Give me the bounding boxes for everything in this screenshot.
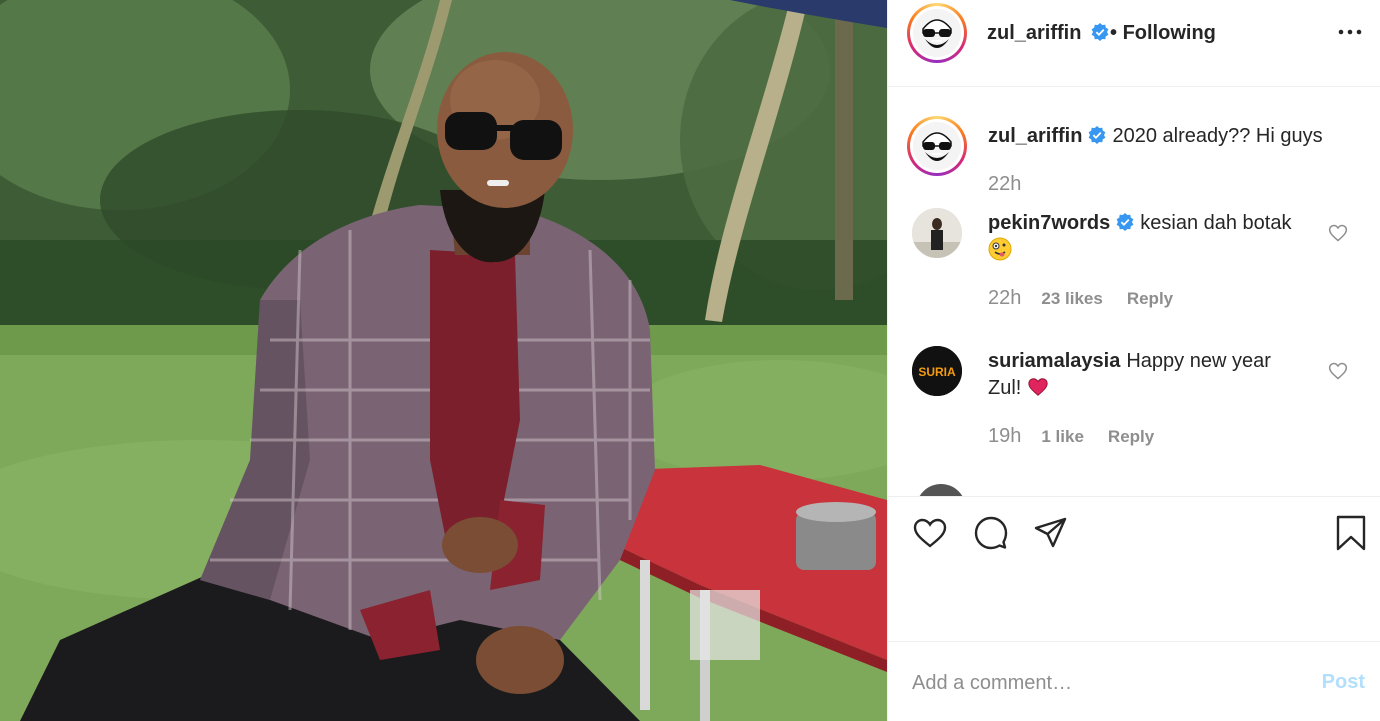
caption-timestamp[interactable]: 22h <box>988 173 1021 196</box>
author-username[interactable]: zul_ariffin <box>987 22 1081 45</box>
commenter-avatar[interactable] <box>912 208 962 258</box>
comment-meta: 19h 1 like Reply <box>988 425 1154 448</box>
caption-avatar-illustration <box>913 122 961 170</box>
author-avatar-illustration <box>913 9 961 57</box>
commenter-username[interactable]: suriamalaysia <box>988 350 1120 372</box>
more-options-icon[interactable] <box>1335 20 1365 44</box>
post-header: zul_ariffin • Following <box>888 0 1380 87</box>
comment-text-row: suriamalaysia Happy new year Zul! <box>988 348 1318 402</box>
follow-status-button[interactable]: • Following <box>1110 22 1216 45</box>
post-actions-bar <box>888 496 1380 641</box>
comment-timestamp[interactable]: 19h <box>988 425 1021 447</box>
caption-text: 2020 already?? Hi guys <box>1112 125 1323 147</box>
add-comment-bar: Post <box>888 641 1380 721</box>
comment-icon[interactable] <box>973 515 1009 551</box>
verified-badge-icon <box>1089 126 1106 144</box>
comment-reply-button[interactable]: Reply <box>1127 289 1173 308</box>
caption-username[interactable]: zul_ariffin <box>988 125 1082 147</box>
comment-text-continued: Zul! <box>988 377 1022 399</box>
verified-badge-icon <box>1091 23 1109 44</box>
commenter-avatar-logo-text: SURIA <box>918 365 956 379</box>
comment-text-row: pekin7words kesian dah botak <box>988 210 1318 265</box>
comment-text: Happy new year <box>1126 350 1271 372</box>
post-side-panel: zul_ariffin • Following zul_ariffin 2020… <box>887 0 1380 721</box>
comment-text: kesian dah botak <box>1140 212 1292 234</box>
post-comment-button[interactable]: Post <box>1322 671 1365 694</box>
post-photo[interactable] <box>0 0 887 721</box>
commenter-avatar-partial[interactable] <box>916 484 966 496</box>
caption-text-row: zul_ariffin 2020 already?? Hi guys <box>988 123 1323 150</box>
comment-like-heart-icon[interactable] <box>1328 223 1348 243</box>
comment-likes-count[interactable]: 1 like <box>1041 427 1084 446</box>
comments-list[interactable]: zul_ariffin 2020 already?? Hi guys 22h pe… <box>888 88 1380 496</box>
red-heart-emoji-icon <box>1028 378 1048 396</box>
commenter-avatar[interactable]: SURIA <box>912 346 962 396</box>
post-photo-illustration <box>0 0 887 721</box>
share-icon[interactable] <box>1033 515 1069 551</box>
comment-meta: 22h 23 likes Reply <box>988 287 1173 310</box>
commenter-avatar-illustration: SURIA <box>912 346 962 396</box>
comment-timestamp[interactable]: 22h <box>988 287 1021 309</box>
caption-author-avatar[interactable] <box>907 116 967 176</box>
verified-badge-icon <box>1116 213 1134 231</box>
comment-reply-button[interactable]: Reply <box>1108 427 1154 446</box>
comment-like-heart-icon[interactable] <box>1328 361 1348 381</box>
follow-status-label: Following <box>1122 22 1216 44</box>
bookmark-icon[interactable] <box>1333 515 1369 551</box>
comment-likes-count[interactable]: 23 likes <box>1041 289 1102 308</box>
heart-icon[interactable] <box>912 515 948 551</box>
add-comment-input[interactable] <box>912 668 1292 698</box>
author-avatar[interactable] <box>907 3 967 63</box>
commenter-avatar-illustration <box>912 208 962 258</box>
commenter-username[interactable]: pekin7words <box>988 212 1110 234</box>
crazy-face-emoji-icon <box>988 237 1012 261</box>
